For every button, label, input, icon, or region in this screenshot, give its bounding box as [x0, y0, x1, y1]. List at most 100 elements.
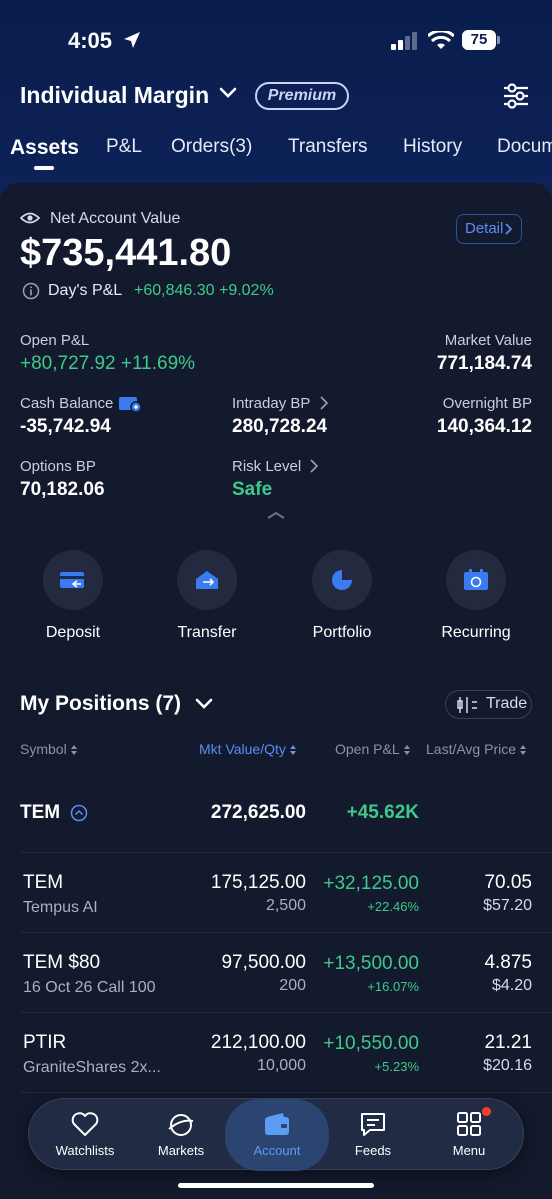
column-header-last-avg[interactable]: Last/Avg Price	[426, 741, 527, 757]
tab-orders[interactable]: Orders(3)	[171, 136, 252, 158]
row-symbol: TEM $80	[23, 952, 101, 973]
trade-button[interactable]: Trade	[445, 690, 532, 719]
candlestick-icon	[457, 697, 477, 713]
sliders-settings-icon[interactable]	[502, 82, 530, 110]
chevron-down-icon[interactable]	[218, 86, 238, 100]
cash-balance-value: -35,742.94	[20, 416, 111, 437]
grid-icon	[457, 1112, 481, 1136]
row-open-pl-pct: +16.07%	[367, 979, 419, 994]
deposit-button[interactable]: Deposit	[13, 550, 133, 642]
tab-pl[interactable]: P&L	[106, 136, 142, 158]
portfolio-button[interactable]: Portfolio	[282, 550, 402, 642]
status-bar: 4:05 75	[0, 26, 552, 56]
account-selector[interactable]: Individual Margin Premium	[20, 78, 532, 114]
row-qty: 200	[279, 977, 306, 994]
row-last-price: 70.05	[484, 872, 532, 893]
feeds-label: Feeds	[354, 1143, 392, 1158]
recurring-icon	[464, 569, 488, 590]
group-mkt-value: 272,625.00	[210, 802, 306, 823]
row-open-pl: +32,125.00	[323, 873, 419, 894]
row-open-pl: +10,550.00	[323, 1033, 419, 1054]
open-pl-label: Open P&L	[20, 332, 90, 349]
row-symbol: PTIR	[23, 1032, 67, 1053]
tab-history[interactable]: History	[403, 136, 462, 158]
active-tab-indicator	[34, 166, 54, 170]
premium-badge: Premium	[255, 82, 349, 110]
account-name[interactable]: Individual Margin	[20, 82, 209, 109]
row-qty: 2,500	[265, 897, 306, 914]
tab-account[interactable]: Account	[225, 1099, 329, 1171]
recurring-button[interactable]: Recurring	[416, 550, 536, 642]
row-avg-price: $4.20	[491, 977, 532, 994]
net-account-value: $735,441.80	[20, 232, 232, 274]
row-mkt-value: 175,125.00	[210, 872, 306, 893]
tab-feeds[interactable]: Feeds	[325, 1099, 421, 1171]
tab-menu[interactable]: Menu	[421, 1099, 517, 1171]
transfer-button[interactable]: Transfer	[147, 550, 267, 642]
expand-circle-icon[interactable]	[70, 804, 88, 822]
battery-icon: 75	[462, 30, 500, 50]
tab-watchlists[interactable]: Watchlists	[37, 1099, 133, 1171]
row-mkt-value: 97,500.00	[221, 952, 306, 973]
chevron-right-icon[interactable]	[320, 396, 328, 410]
risk-level-label[interactable]: Risk Level	[232, 458, 301, 475]
detail-button[interactable]: Detail	[456, 214, 522, 244]
options-bp-value: 70,182.06	[20, 479, 105, 500]
eye-icon[interactable]	[20, 210, 40, 226]
cash-wallet-icon[interactable]	[118, 395, 142, 413]
location-arrow-icon	[124, 32, 140, 48]
risk-level-value: Safe	[232, 479, 273, 500]
net-account-value-label: Net Account Value	[50, 210, 181, 227]
row-divider	[20, 1012, 552, 1013]
markets-label: Markets	[157, 1143, 205, 1158]
menu-label: Menu	[452, 1143, 486, 1158]
intraday-bp-label[interactable]: Intraday BP	[232, 395, 310, 412]
watchlists-label: Watchlists	[55, 1143, 115, 1158]
days-pl-label: Day's P&L	[48, 282, 123, 299]
row-name: GraniteShares 2x...	[23, 1059, 161, 1076]
tab-markets[interactable]: Markets	[133, 1099, 229, 1171]
chevron-right-icon	[505, 223, 513, 235]
sort-icon	[403, 745, 410, 756]
group-symbol: TEM	[20, 802, 61, 823]
market-value: 771,184.74	[436, 353, 532, 374]
home-indicator[interactable]	[178, 1183, 374, 1188]
detail-label: Detail	[465, 220, 504, 237]
row-avg-price: $57.20	[483, 897, 532, 914]
column-header-open-pl[interactable]: Open P&L	[335, 741, 411, 757]
planet-icon	[168, 1114, 194, 1136]
row-divider	[20, 852, 552, 853]
chevron-down-icon[interactable]	[194, 697, 214, 711]
row-open-pl-pct: +22.46%	[367, 899, 419, 914]
row-last-price: 4.875	[484, 952, 532, 973]
row-last-price: 21.21	[484, 1032, 532, 1053]
chevron-right-icon[interactable]	[310, 459, 318, 473]
row-divider	[20, 1092, 552, 1093]
column-header-mkt-value[interactable]: Mkt Value/Qty	[199, 741, 297, 757]
days-pl-value: +60,846.30 +9.02%	[134, 282, 274, 299]
row-name: Tempus AI	[23, 899, 98, 916]
tab-documents[interactable]: Docum	[497, 136, 552, 158]
market-value-label: Market Value	[444, 332, 532, 349]
overnight-bp-value: 140,364.12	[436, 416, 532, 437]
open-pl-value: +80,727.92 +11.69%	[20, 353, 196, 374]
group-open-pl: +45.62K	[346, 802, 419, 823]
deposit-icon	[60, 572, 84, 588]
row-name: 16 Oct 26 Call 100	[23, 979, 156, 996]
row-open-pl-pct: +5.23%	[374, 1059, 419, 1074]
portfolio-label: Portfolio	[312, 624, 372, 641]
positions-title[interactable]: My Positions (7)	[20, 692, 181, 716]
tab-transfers[interactable]: Transfers	[288, 136, 368, 158]
transfer-icon	[196, 571, 218, 589]
row-qty: 10,000	[257, 1057, 306, 1074]
sort-icon	[520, 745, 527, 756]
account-tabs: Assets P&L Orders(3) Transfers History D…	[0, 136, 552, 176]
transfer-label: Transfer	[177, 624, 237, 641]
info-icon[interactable]	[22, 282, 40, 300]
column-header-symbol[interactable]: Symbol	[20, 741, 78, 757]
tab-assets[interactable]: Assets	[10, 136, 79, 160]
row-symbol: TEM	[23, 872, 64, 893]
heart-icon	[71, 1112, 99, 1136]
row-divider	[20, 932, 552, 933]
collapse-chevron-icon[interactable]	[266, 510, 286, 520]
